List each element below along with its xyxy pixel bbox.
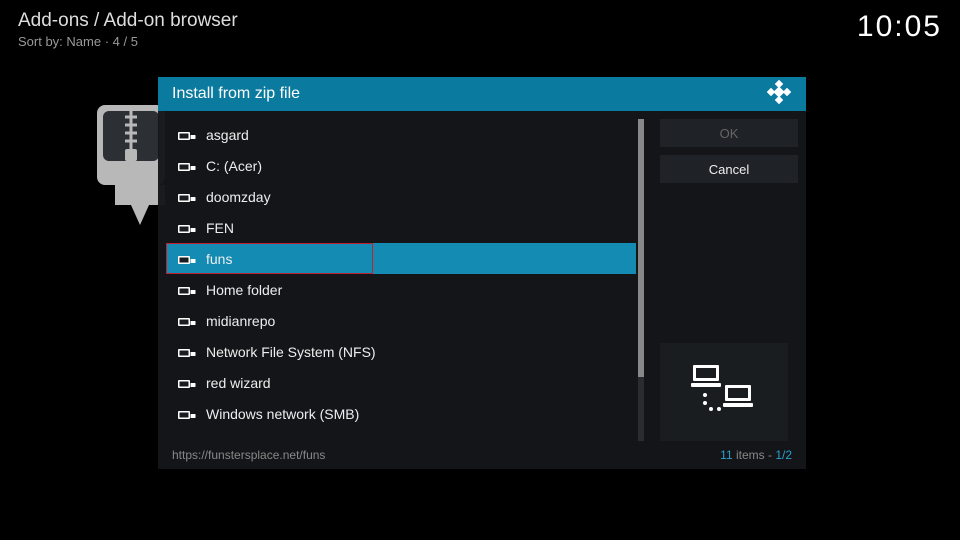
file-item[interactable]: funs: [166, 243, 636, 274]
ok-button[interactable]: OK: [660, 119, 798, 147]
breadcrumb: Add-ons / Add-on browser: [18, 10, 238, 32]
file-item[interactable]: FEN: [166, 212, 636, 243]
scrollbar[interactable]: [638, 119, 644, 441]
drive-icon: [178, 129, 196, 141]
file-item-label: Windows network (SMB): [206, 406, 359, 422]
sort-by-label: Sort by: Name · 4 / 5: [18, 34, 238, 49]
file-item-label: Home folder: [206, 282, 282, 298]
file-item-label: Network File System (NFS): [206, 344, 376, 360]
file-item-label: midianrepo: [206, 313, 275, 329]
file-item[interactable]: red wizard: [166, 367, 636, 398]
file-item[interactable]: Network File System (NFS): [166, 336, 636, 367]
scrollbar-thumb[interactable]: [638, 119, 644, 377]
drive-icon: [178, 222, 196, 234]
drive-icon: [178, 253, 196, 265]
footer-path: https://funstersplace.net/funs: [172, 448, 325, 462]
file-item-label: C: (Acer): [206, 158, 262, 174]
file-item-label: red wizard: [206, 375, 271, 391]
footer-page: 1/2: [775, 448, 792, 462]
dialog-title: Install from zip file: [172, 85, 300, 103]
install-zip-dialog: Install from zip file asgard C: (Acer) doo…: [158, 77, 806, 469]
file-item[interactable]: C: (Acer): [166, 150, 636, 181]
drive-icon: [178, 408, 196, 420]
file-item[interactable]: asgard: [166, 119, 636, 150]
drive-icon: [178, 346, 196, 358]
drive-icon: [178, 315, 196, 327]
file-item[interactable]: Windows network (SMB): [166, 398, 636, 429]
file-item[interactable]: doomzday: [166, 181, 636, 212]
drive-icon: [178, 160, 196, 172]
file-item-label: funs: [206, 251, 232, 267]
cancel-button[interactable]: Cancel: [660, 155, 798, 183]
footer-paging: 11 items - 1/2: [720, 448, 792, 462]
footer-items-label: items -: [733, 448, 776, 462]
kodi-logo-icon: [766, 79, 792, 110]
file-item-label: doomzday: [206, 189, 271, 205]
file-item-label: asgard: [206, 127, 249, 143]
dialog-titlebar: Install from zip file: [158, 77, 806, 111]
file-list[interactable]: asgard C: (Acer) doomzday FEN funs Home folde…: [166, 119, 636, 441]
drive-icon: [178, 191, 196, 203]
file-item-label: FEN: [206, 220, 234, 236]
file-item[interactable]: midianrepo: [166, 305, 636, 336]
drive-icon: [178, 284, 196, 296]
file-item[interactable]: Home folder: [166, 274, 636, 305]
clock: 10:05: [857, 10, 942, 49]
footer-count: 11: [720, 448, 732, 462]
thumbnail-preview: [660, 343, 788, 441]
drive-icon: [178, 377, 196, 389]
